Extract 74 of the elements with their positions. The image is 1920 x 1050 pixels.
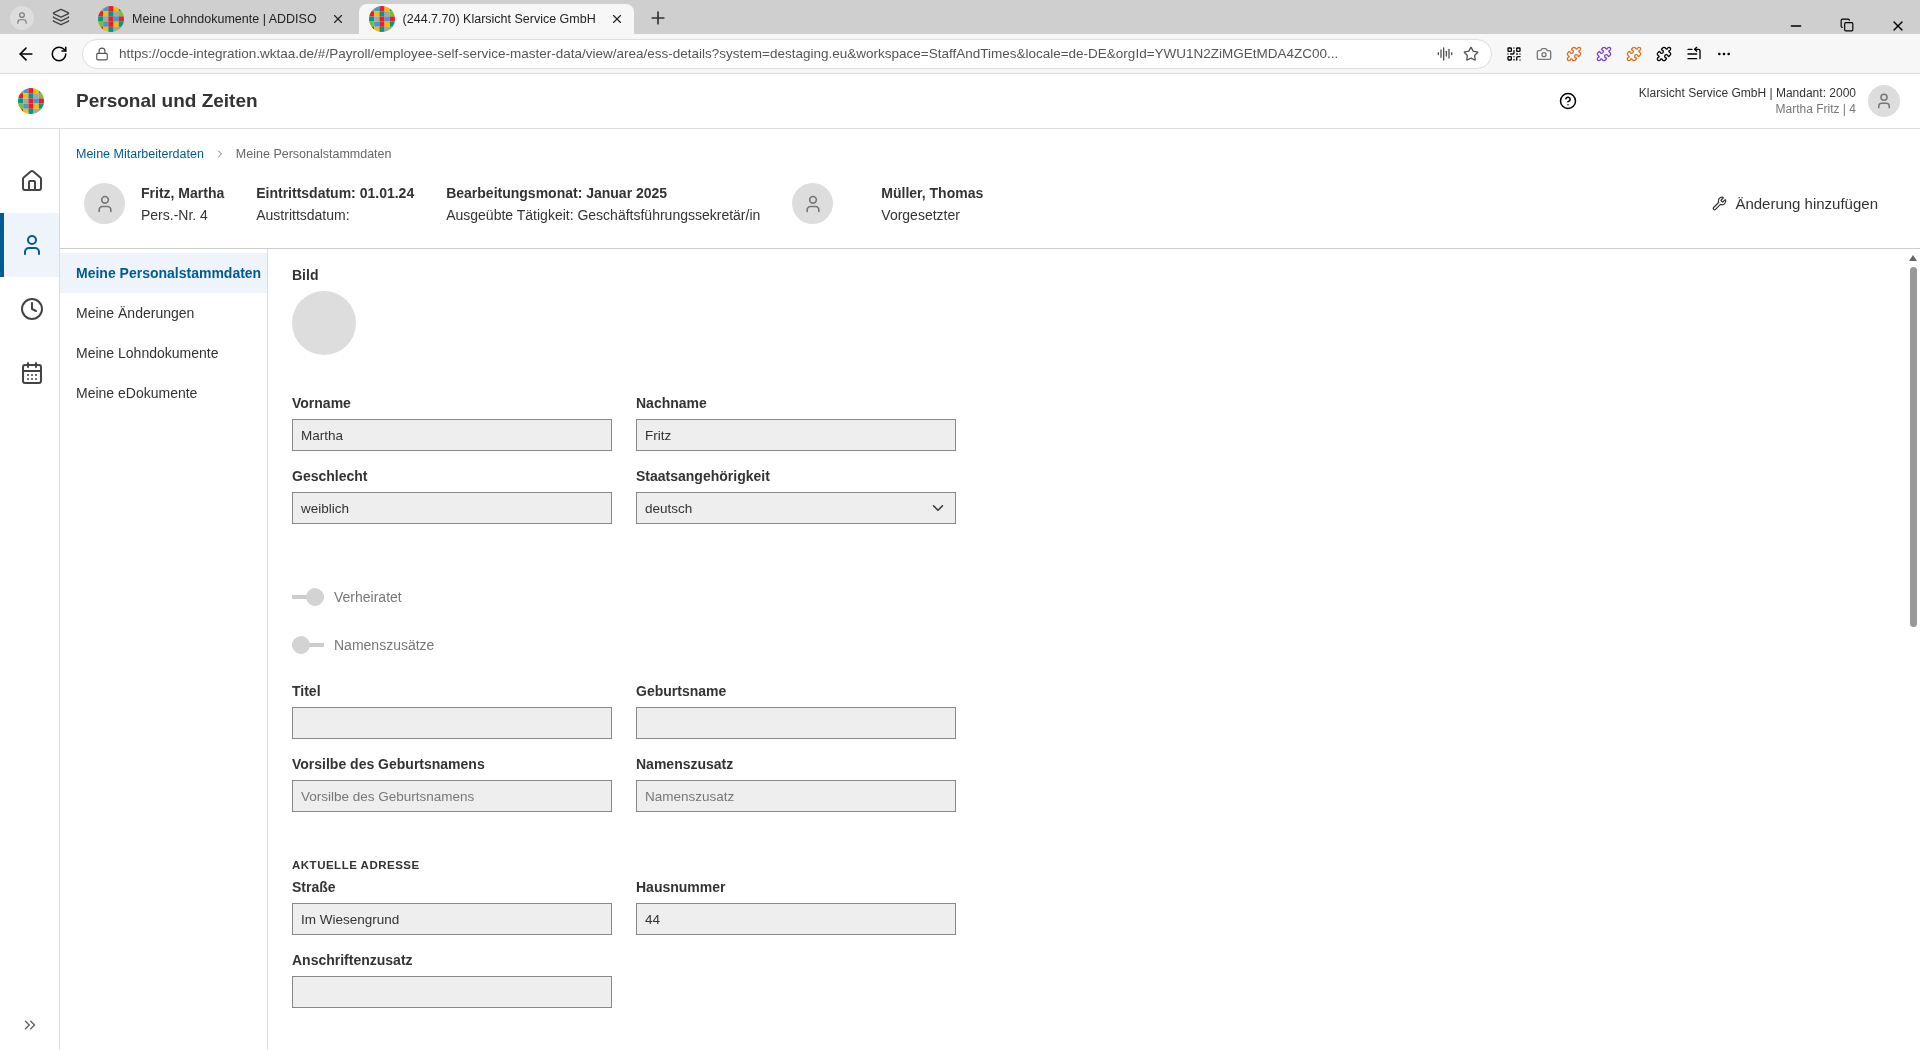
exit-date: Austrittsdatum: <box>256 206 351 223</box>
add-change-button[interactable]: Änderung hinzufügen <box>1706 194 1884 213</box>
scroll-up-icon[interactable] <box>1909 255 1917 261</box>
app-title: Personal und Zeiten <box>76 90 258 112</box>
scrollbar-thumb[interactable] <box>1909 267 1917 627</box>
supervisor-role: Vorgesetzter <box>881 206 961 223</box>
input-field[interactable]: weiblich <box>292 492 612 524</box>
personnel-number: Pers.-Nr. 4 <box>141 206 209 223</box>
nav-button[interactable] <box>0 213 59 277</box>
job-activity: Ausgeübte Tätigkeit: Geschäftsführungssekretär/in <box>446 206 761 223</box>
field-label: Bild <box>292 267 320 283</box>
qr-code-icon[interactable] <box>1506 45 1522 62</box>
select-field[interactable]: deutsch <box>636 492 956 524</box>
toggle-label: Namenszusätze <box>334 637 435 653</box>
input-field[interactable] <box>636 707 956 739</box>
restore-icon[interactable] <box>1840 18 1854 32</box>
input-field[interactable]: Martha <box>292 419 612 451</box>
sub-nav-item[interactable]: Meine Änderungen <box>60 293 267 333</box>
extension-icon[interactable] <box>1596 45 1612 62</box>
field-label: Geburtsname <box>636 683 728 699</box>
browser-tab[interactable]: (244.7.70) Klarsicht Service GmbH <box>358 4 634 34</box>
supervisor-name: Müller, Thomas <box>881 184 984 201</box>
employee-name: Fritz, Martha <box>141 184 225 201</box>
field-label: Vorsilbe des Geburtsnamens <box>292 756 486 772</box>
read-aloud-icon[interactable] <box>1437 45 1453 62</box>
section-heading: AKTUELLE ADRESSE <box>292 859 421 871</box>
entry-date: Eintrittsdatum: 01.01.24 <box>256 184 415 201</box>
favorites-icon[interactable] <box>1686 45 1702 62</box>
logo-icon <box>18 88 44 114</box>
input-field[interactable]: 44 <box>636 903 956 935</box>
field-label: Straße <box>292 879 337 895</box>
address-bar[interactable]: https://ocde-integration.wktaa.de/#/Payroll/employee-self-service-master-data/view/area/ess-details?system=destaging.eu&workspace=StaffAndTimes&locale=de-DE&orgId=YWU1N2ZiMGEtMDA4ZC00... <box>82 38 1492 69</box>
input-field[interactable] <box>292 707 612 739</box>
tabs-icon[interactable] <box>52 8 70 26</box>
extensions-icon[interactable] <box>1656 45 1672 62</box>
reload-icon[interactable] <box>50 44 68 63</box>
company-name: Klarsicht Service GmbH | Mandant: 2000 <box>1638 85 1856 101</box>
supervisor-avatar <box>792 183 834 224</box>
field-label: Geschlecht <box>292 468 369 484</box>
toggle-label: Verheiratet <box>334 589 402 605</box>
input-field[interactable]: Im Wiesengrund <box>292 903 612 935</box>
logo-icon <box>98 6 124 32</box>
extension-icon[interactable] <box>1566 45 1582 62</box>
input-field[interactable] <box>292 976 612 1008</box>
field-label: Nachname <box>636 395 708 411</box>
user-name: Martha Fritz | 4 <box>1775 101 1856 117</box>
sub-nav-item[interactable]: Meine Personalstammdaten <box>60 253 267 293</box>
processing-month: Bearbeitungsmonat: Januar 2025 <box>446 184 669 201</box>
wrench-icon <box>1712 196 1728 211</box>
home-icon <box>19 169 44 193</box>
input-field[interactable]: Namenszusatz <box>636 780 956 812</box>
field-label: Titel <box>292 683 322 699</box>
field-label: Staatsangehörigkeit <box>636 468 771 484</box>
calendar-icon <box>19 361 44 385</box>
help-icon[interactable] <box>1558 92 1577 110</box>
input-field[interactable]: Fritz <box>636 419 956 451</box>
lock-icon <box>95 46 109 61</box>
field-label: Namenszusatz <box>636 756 735 772</box>
breadcrumb-link[interactable]: Meine Mitarbeiterdaten <box>76 147 204 161</box>
sub-nav-item[interactable]: Meine eDokumente <box>60 373 267 413</box>
favorite-icon[interactable] <box>1463 45 1479 62</box>
input-field[interactable]: Vorsilbe des Geburtsnamens <box>292 780 612 812</box>
extension-icon[interactable] <box>1626 45 1642 62</box>
sub-nav-item[interactable]: Meine Lohndokumente <box>60 333 267 373</box>
field-label: Anschriftenzusatz <box>292 952 414 968</box>
camera-icon[interactable] <box>1536 45 1552 62</box>
browser-tab[interactable]: Meine Lohndokumente | ADDISO <box>88 4 355 34</box>
employee-avatar <box>84 183 125 224</box>
field-label: Vorname <box>292 395 352 411</box>
breadcrumb-current: Meine Personalstammdaten <box>235 147 392 161</box>
user-avatar[interactable] <box>1868 85 1900 117</box>
field-label: Hausnummer <box>636 879 727 895</box>
logo-icon <box>368 6 395 32</box>
clock-icon <box>19 297 44 321</box>
